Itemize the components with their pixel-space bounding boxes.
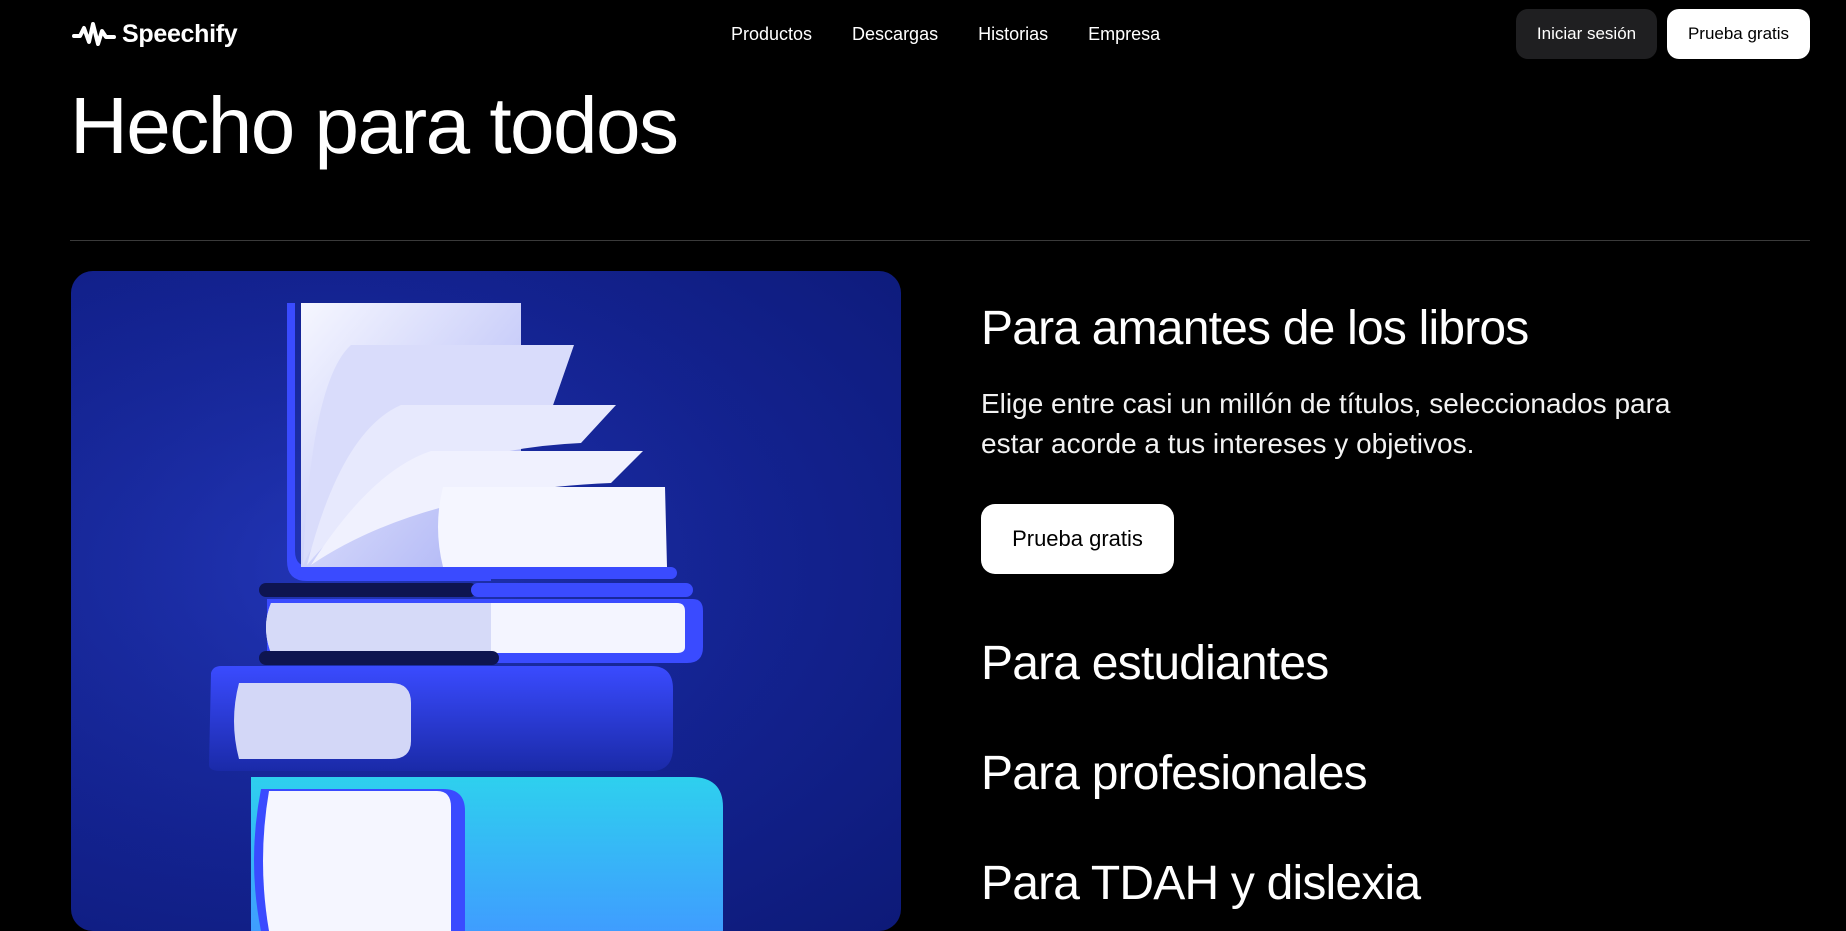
brand-name: Speechify [122,19,238,48]
nav-item-historias[interactable]: Historias [958,22,1068,46]
section-title-book-lovers[interactable]: Para amantes de los libros [981,300,1741,358]
speechify-waveform-icon [72,22,116,46]
main-nav: Productos Descargas Historias Empresa [720,22,1180,46]
section-title-adhd-dyslexia[interactable]: Para TDAH y dislexia [981,855,1421,913]
section-trial-button[interactable]: Prueba gratis [981,504,1174,574]
brand-logo[interactable]: Speechify [72,18,238,50]
nav-item-empresa[interactable]: Empresa [1068,22,1180,46]
top-header: Speechify Productos Descargas Historias … [0,0,1846,68]
book-stack-illustration [71,271,901,931]
illustration-card [71,271,901,931]
feature-panel: Para amantes de los libros Elige entre c… [981,300,1741,574]
nav-item-descargas[interactable]: Descargas [832,22,958,46]
header-trial-button[interactable]: Prueba gratis [1667,9,1810,59]
section-description: Elige entre casi un millón de títulos, s… [981,388,1671,459]
login-button[interactable]: Iniciar sesión [1516,9,1657,59]
section-title-professionals[interactable]: Para profesionales [981,745,1368,803]
section-title-students[interactable]: Para estudiantes [981,635,1329,693]
nav-item-productos[interactable]: Productos [720,22,832,46]
section-divider [70,240,1810,241]
page-title: Hecho para todos [70,81,679,170]
